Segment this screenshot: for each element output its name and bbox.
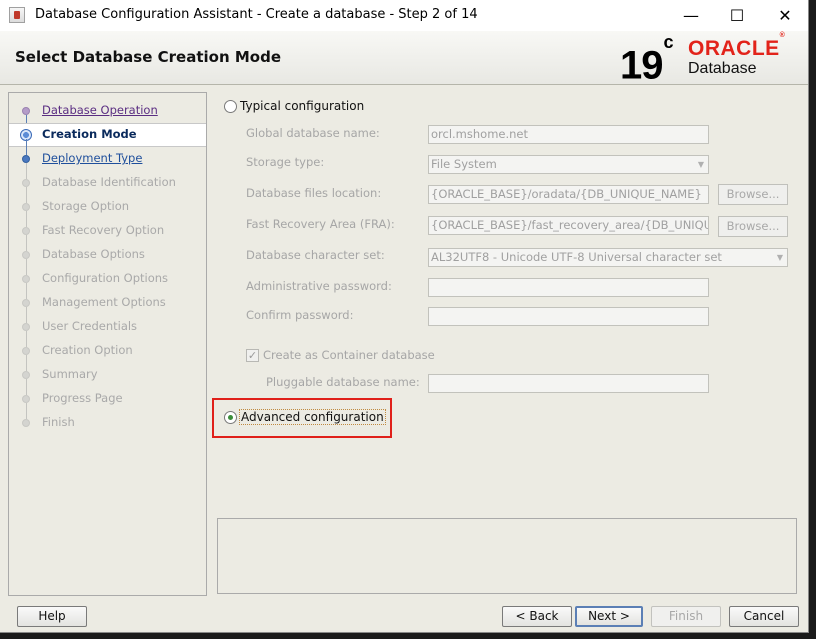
step-pending-icon <box>22 275 30 283</box>
step-pending-icon <box>22 371 30 379</box>
step-creation-mode: Creation Mode <box>9 123 206 155</box>
step-storage-option: Storage Option <box>9 196 206 227</box>
fra-browse-button[interactable]: Browse... <box>718 216 788 237</box>
step-pending-icon <box>22 395 30 403</box>
step-finish: Finish <box>9 412 206 434</box>
step-user-credentials: User Credentials <box>9 316 206 347</box>
step-label: Creation Option <box>42 343 133 357</box>
step-pending-icon <box>22 299 30 307</box>
page-header: Select Database Creation Mode 19c ORACLE… <box>0 31 808 88</box>
logo-brand-text: ORACLE <box>688 37 780 60</box>
step-pending-icon <box>22 251 30 259</box>
storage-type-label: Storage type: <box>246 155 325 169</box>
step-label: User Credentials <box>42 319 138 333</box>
help-button[interactable]: Help <box>17 606 87 627</box>
charset-label: Database character set: <box>246 248 385 262</box>
charset-select[interactable]: AL32UTF8 - Unicode UTF-8 Universal chara… <box>428 248 788 267</box>
minimize-icon[interactable]: — <box>668 0 714 31</box>
logo-version-suffix: c <box>663 32 674 52</box>
oracle-version-logo: 19c <box>620 32 674 88</box>
back-button[interactable]: < Back <box>502 606 572 627</box>
next-button[interactable]: Next > <box>575 606 643 627</box>
step-label: Database Identification <box>42 175 176 189</box>
step-pending-icon <box>22 227 30 235</box>
dbca-window: Database Configuration Assistant - Creat… <box>0 0 809 633</box>
pluggable-db-label: Pluggable database name: <box>266 375 420 389</box>
admin-password-input[interactable] <box>428 278 709 297</box>
step-label: Configuration Options <box>42 271 169 285</box>
step-pending-icon <box>22 323 30 331</box>
step-label: Storage Option <box>42 199 130 213</box>
step-database-options: Database Options <box>9 244 206 275</box>
step-label: Progress Page <box>42 391 123 405</box>
typical-configuration-label[interactable]: Typical configuration <box>240 99 364 113</box>
registered-mark: ® <box>779 32 786 39</box>
title-bar[interactable]: Database Configuration Assistant - Creat… <box>0 0 808 31</box>
annotation-highlight-box <box>212 398 392 438</box>
description-panel <box>217 518 797 594</box>
step-label: Deployment Type <box>42 151 143 165</box>
fra-label: Fast Recovery Area (FRA): <box>246 217 395 231</box>
fra-location-input[interactable]: {ORACLE_BASE}/fast_recovery_area/{DB_UNI… <box>428 216 709 235</box>
step-label: Database Operation <box>42 103 158 117</box>
step-summary: Summary <box>9 364 206 395</box>
db-files-browse-button[interactable]: Browse... <box>718 184 788 205</box>
step-pending-icon <box>22 419 30 427</box>
java-app-icon <box>9 7 25 23</box>
step-deployment-type[interactable]: Deployment Type <box>9 148 206 179</box>
page-title: Select Database Creation Mode <box>15 48 281 66</box>
step-database-operation[interactable]: Database Operation <box>9 100 206 131</box>
db-files-location-input[interactable]: {ORACLE_BASE}/oradata/{DB_UNIQUE_NAME} <box>428 185 709 204</box>
global-db-name-input[interactable]: orcl.mshome.net <box>428 125 709 144</box>
step-database-identification: Database Identification <box>9 172 206 203</box>
db-files-location-label: Database files location: <box>246 186 382 200</box>
step-fast-recovery-option: Fast Recovery Option <box>9 220 206 251</box>
container-db-checkbox[interactable]: ✓ <box>246 349 259 362</box>
step-label: Management Options <box>42 295 166 309</box>
step-pending-icon <box>22 203 30 211</box>
step-label: Finish <box>42 415 75 429</box>
cancel-button[interactable]: Cancel <box>729 606 799 627</box>
step-label: Database Options <box>42 247 145 261</box>
oracle-brand-logo: ORACLE® <box>688 32 785 61</box>
step-label: Summary <box>42 367 98 381</box>
finish-button[interactable]: Finish <box>651 606 721 627</box>
step-progress-page: Progress Page <box>9 388 206 419</box>
step-next-icon <box>22 155 30 163</box>
step-pending-icon <box>22 347 30 355</box>
step-pending-icon <box>22 179 30 187</box>
logo-version-number: 19 <box>620 43 663 88</box>
confirm-password-label: Confirm password: <box>246 308 354 322</box>
step-label: Creation Mode <box>42 127 137 141</box>
maximize-icon[interactable]: ☐ <box>714 0 760 31</box>
step-management-options: Management Options <box>9 292 206 323</box>
window-title: Database Configuration Assistant - Creat… <box>35 7 478 22</box>
close-icon[interactable]: ✕ <box>762 0 808 31</box>
confirm-password-input[interactable] <box>428 307 709 326</box>
storage-type-select[interactable]: File System <box>428 155 709 174</box>
step-configuration-options: Configuration Options <box>9 268 206 299</box>
pluggable-db-input[interactable] <box>428 374 709 393</box>
typical-configuration-radio[interactable] <box>224 100 237 113</box>
steps-sidebar: Database Operation Creation Mode Deploym… <box>8 92 207 596</box>
step-label: Fast Recovery Option <box>42 223 165 237</box>
container-db-label[interactable]: Create as Container database <box>263 348 435 362</box>
admin-password-label: Administrative password: <box>246 279 392 293</box>
step-creation-option: Creation Option <box>9 340 206 371</box>
step-done-icon <box>22 107 30 115</box>
logo-product-name: Database <box>688 60 757 77</box>
global-db-name-label: Global database name: <box>246 126 380 140</box>
